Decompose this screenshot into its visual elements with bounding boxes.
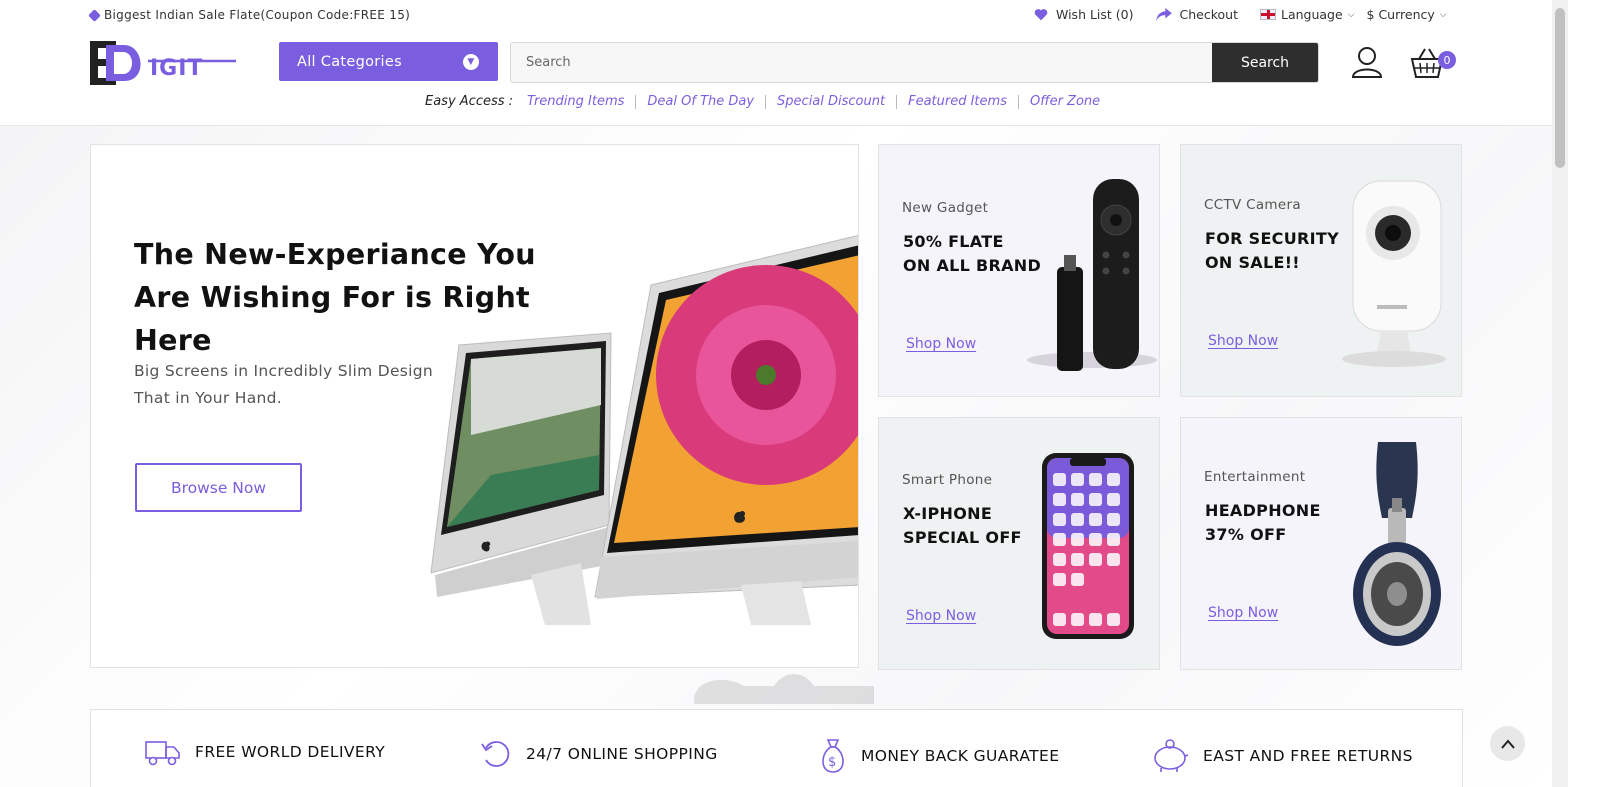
wishlist-label: Wish List (0) — [1056, 7, 1134, 22]
promo-category: CCTV Camera — [1204, 197, 1301, 213]
refresh-icon — [481, 741, 510, 767]
heart-icon — [1034, 9, 1048, 21]
all-categories-dropdown[interactable]: All Categories ▼ — [279, 42, 498, 81]
page-scrollbar[interactable] — [1552, 0, 1568, 787]
share-arrow-icon — [1155, 8, 1172, 21]
shop-now-link[interactable]: Shop Now — [906, 336, 976, 352]
search-bar: Search — [510, 42, 1319, 83]
language-select[interactable]: Language ⌵ — [1259, 7, 1355, 22]
features-bar: FREE WORLD DELIVERY 24/7 ONLINE SHOPPING… — [90, 709, 1463, 787]
promo-text: Biggest Indian Sale Flate(Coupon Code:FR… — [104, 8, 411, 22]
promo-category: Smart Phone — [902, 472, 993, 488]
currency-label: $ Currency — [1366, 7, 1435, 22]
promo-title-line: 37% OFF — [1205, 525, 1287, 544]
truck-icon — [145, 741, 180, 766]
scroll-to-top-button[interactable] — [1490, 726, 1525, 761]
feature-label: 24/7 ONLINE SHOPPING — [526, 745, 718, 763]
easy-access-label: Easy Access : — [425, 94, 514, 109]
promo-category: New Gadget — [902, 200, 989, 216]
feature-online-shopping: 24/7 ONLINE SHOPPING — [480, 738, 718, 770]
site-header: IGIT All Categories ▼ Search 0 Easy Acce… — [0, 32, 1552, 126]
easy-link-offer[interactable]: Offer Zone — [1017, 94, 1111, 109]
hero-banner: The New-Experiance You Are Wishing For i… — [90, 144, 859, 668]
feature-delivery: FREE WORLD DELIVERY — [145, 738, 385, 766]
promo-title: HEADPHONE 37% OFF — [1205, 499, 1321, 547]
promo-title-line: X-IPHONE — [903, 504, 993, 523]
chevron-down-icon: ▼ — [463, 54, 479, 70]
promo-card-phone[interactable]: Smart Phone X-IPHONE SPECIAL OFF Shop No… — [878, 417, 1160, 670]
feature-label: EAST AND FREE RETURNS — [1203, 747, 1413, 765]
promo-title-line: HEADPHONE — [1205, 501, 1321, 520]
user-icon[interactable] — [1351, 46, 1383, 78]
chevron-up-icon — [1500, 738, 1515, 749]
wishlist-link[interactable]: Wish List (0) — [1034, 7, 1134, 22]
shop-now-link[interactable]: Shop Now — [1208, 605, 1278, 621]
promo-title: FOR SECURITY ON SALE!! — [1205, 227, 1339, 275]
promo-title-line: ON SALE!! — [1205, 253, 1300, 272]
headphone-image — [1353, 442, 1441, 646]
browse-now-button[interactable]: Browse Now — [135, 463, 302, 512]
easy-link-featured[interactable]: Featured Items — [896, 94, 1018, 109]
easy-link-trending[interactable]: Trending Items — [525, 94, 635, 109]
feature-label: MONEY BACK GUARATEE — [861, 747, 1060, 765]
iphone-image — [1042, 453, 1134, 639]
promo-title-line: SPECIAL OFF — [903, 528, 1022, 547]
cart-count-badge: 0 — [1438, 51, 1456, 69]
cctv-camera-image — [1342, 180, 1446, 367]
promo-banner: Biggest Indian Sale Flate(Coupon Code:FR… — [88, 8, 411, 22]
feature-returns: EAST AND FREE RETURNS — [1151, 738, 1413, 774]
promo-category: Entertainment — [1204, 469, 1306, 485]
piggy-bank-icon — [1154, 739, 1189, 772]
chevron-down-icon: ⌵ — [1439, 9, 1447, 20]
checkout-label: Checkout — [1179, 7, 1238, 22]
promo-card-cctv[interactable]: CCTV Camera FOR SECURITY ON SALE!! Shop … — [1180, 144, 1462, 397]
flag-icon — [1259, 9, 1276, 20]
chevron-down-icon: ⌵ — [1347, 9, 1355, 20]
search-input[interactable] — [511, 43, 1214, 82]
feature-money-back: $ MONEY BACK GUARATEE — [819, 738, 1059, 774]
imac-product-image — [430, 234, 858, 625]
categories-label: All Categories — [297, 53, 402, 70]
money-bag-icon: $ — [822, 739, 844, 773]
tag-icon — [88, 8, 101, 22]
shop-now-link[interactable]: Shop Now — [1208, 333, 1278, 349]
promo-title-line: FOR SECURITY — [1205, 229, 1339, 248]
easy-access-bar: Easy Access : Trending Items Deal Of The… — [425, 94, 1111, 109]
promo-card-gadget[interactable]: New Gadget 50% FLATE ON ALL BRAND Shop N… — [878, 144, 1160, 397]
site-logo[interactable]: IGIT — [90, 41, 238, 85]
top-links: Wish List (0) Checkout Language ⌵ $ Curr… — [1034, 7, 1459, 22]
svg-text:$: $ — [828, 755, 837, 770]
fire-tv-remote-image — [1027, 179, 1157, 371]
search-button[interactable]: Search — [1212, 43, 1318, 82]
promo-title: X-IPHONE SPECIAL OFF — [903, 502, 1022, 550]
top-bar: Biggest Indian Sale Flate(Coupon Code:FR… — [0, 0, 1552, 32]
scrollbar-thumb[interactable] — [1555, 8, 1565, 168]
easy-link-discount[interactable]: Special Discount — [765, 94, 896, 109]
currency-select[interactable]: $ Currency ⌵ — [1367, 7, 1447, 22]
checkout-link[interactable]: Checkout — [1155, 7, 1238, 22]
feature-label: FREE WORLD DELIVERY — [195, 743, 386, 761]
language-label: Language — [1280, 7, 1343, 22]
shop-now-link[interactable]: Shop Now — [906, 608, 976, 624]
window-edge — [1568, 0, 1599, 787]
easy-link-deal[interactable]: Deal Of The Day — [635, 94, 765, 109]
promo-card-headphone[interactable]: Entertainment HEADPHONE 37% OFF Shop Now — [1180, 417, 1462, 670]
